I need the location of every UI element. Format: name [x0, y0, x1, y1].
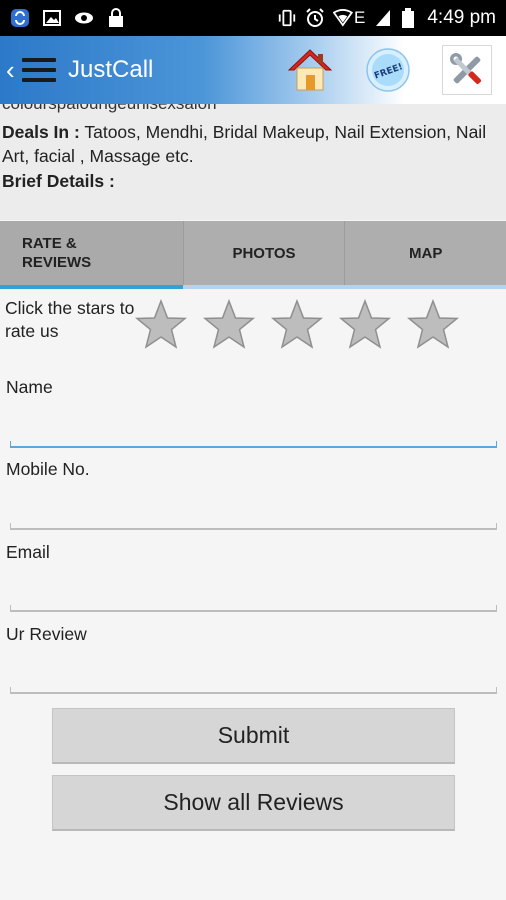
- lock-icon: [106, 8, 126, 28]
- star-icon[interactable]: [270, 298, 324, 352]
- status-bar: E 4:49 pm: [0, 0, 506, 36]
- image-icon: [42, 8, 62, 28]
- star-icon[interactable]: [202, 298, 256, 352]
- tab-label: RATE & REVIEWS: [22, 235, 92, 271]
- vibrate-icon: [277, 8, 297, 28]
- brief-details: Brief Details :: [2, 171, 115, 192]
- show-all-reviews-button[interactable]: Show all Reviews: [52, 775, 455, 831]
- name-input[interactable]: [10, 412, 497, 446]
- tab-map[interactable]: MAP: [344, 221, 506, 285]
- app-title: JustCall: [68, 56, 154, 83]
- signal-icon: [373, 8, 393, 28]
- tools-icon: [450, 53, 482, 85]
- star-icon[interactable]: [406, 298, 460, 352]
- free-badge-button[interactable]: FREE!: [366, 48, 410, 92]
- tab-photos[interactable]: PHOTOS: [182, 221, 345, 285]
- battery-icon: [401, 8, 415, 28]
- back-chevron-icon[interactable]: ‹: [6, 55, 20, 86]
- review-label: Ur Review: [6, 624, 87, 644]
- app-bar: ‹ JustCall FREE!: [0, 36, 506, 104]
- settings-tools-button[interactable]: [442, 45, 492, 95]
- name-underline: [10, 441, 497, 448]
- email-input[interactable]: [10, 577, 497, 611]
- menu-icon[interactable]: [22, 58, 56, 82]
- review-underline: [10, 687, 497, 694]
- alarm-icon: [305, 8, 325, 28]
- sync-icon: [10, 8, 30, 28]
- rate-prompt: Click the stars to rate us: [5, 298, 135, 341]
- tab-label: MAP: [409, 244, 443, 262]
- wifi-icon: E: [333, 8, 365, 28]
- mobile-label: Mobile No.: [6, 459, 90, 479]
- tab-label: PHOTOS: [232, 244, 296, 262]
- star-icon[interactable]: [134, 298, 188, 352]
- mobile-underline: [10, 523, 497, 530]
- name-label: Name: [6, 377, 53, 397]
- home-icon: [287, 49, 333, 91]
- review-input[interactable]: [10, 659, 497, 693]
- home-button[interactable]: [286, 46, 334, 94]
- deals-in-text: Deals In : Tatoos, Mendhi, Bridal Makeup…: [2, 120, 502, 168]
- submit-button[interactable]: Submit: [52, 708, 455, 764]
- email-underline: [10, 605, 497, 612]
- email-label: Email: [6, 542, 50, 562]
- tab-rate-reviews[interactable]: RATE & REVIEWS: [0, 221, 183, 289]
- status-time: 4:49 pm: [427, 7, 496, 28]
- network-type-label: E: [354, 8, 366, 27]
- eye-icon: [74, 8, 94, 28]
- business-details: colourspaloungeunisexsalon Deals In : Ta…: [0, 104, 506, 220]
- mobile-input[interactable]: [10, 494, 497, 528]
- tab-bar: RATE & REVIEWS PHOTOS MAP: [0, 221, 506, 289]
- star-icon[interactable]: [338, 298, 392, 352]
- deals-label: Deals In :: [2, 122, 80, 142]
- star-rating: [134, 298, 460, 352]
- business-name: colourspaloungeunisexsalon: [2, 104, 217, 114]
- brief-label: Brief Details :: [2, 171, 115, 191]
